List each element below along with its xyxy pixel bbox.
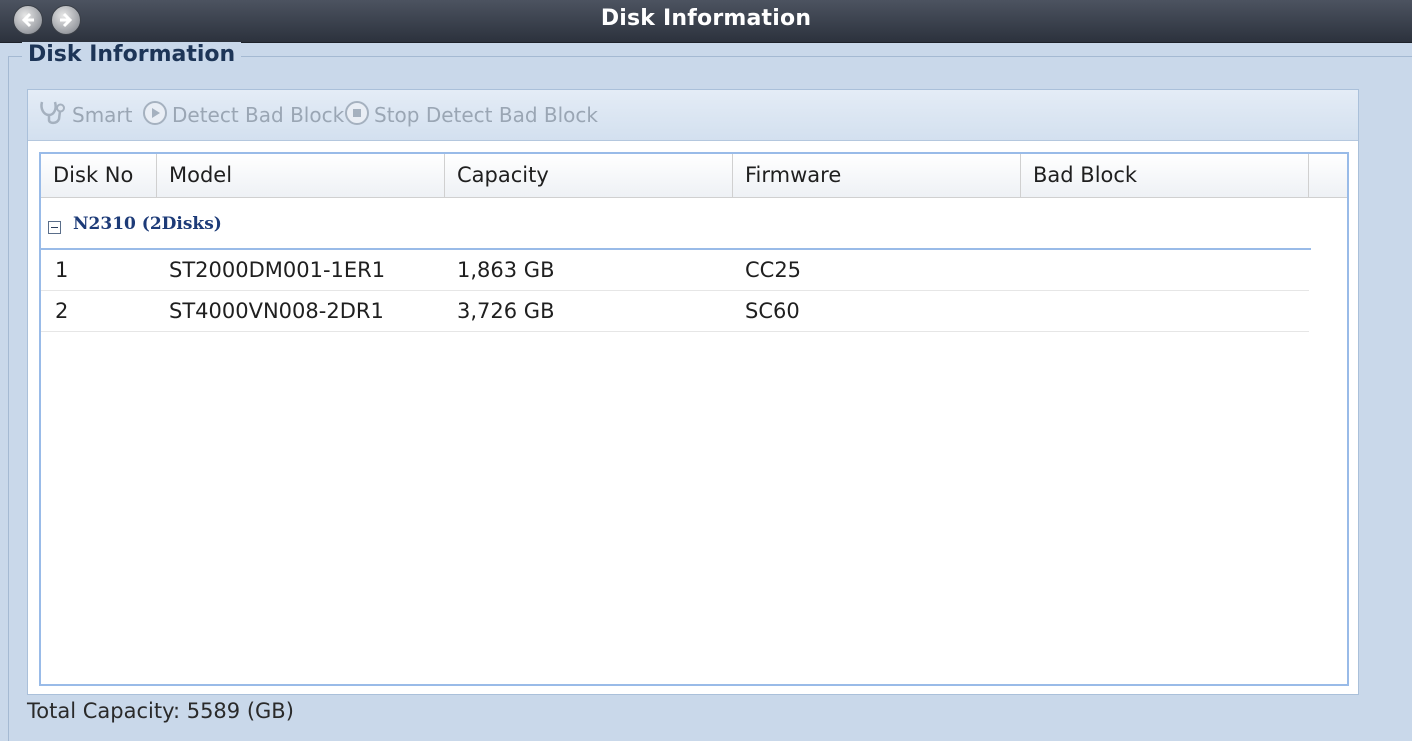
column-header-disk-no[interactable]: Disk No	[41, 154, 157, 197]
table-row[interactable]: 1 ST2000DM001-1ER1 1,863 GB CC25	[41, 250, 1309, 291]
group-row[interactable]: N2310 (2Disks)	[41, 212, 1311, 250]
cell-bad-block	[1019, 250, 1033, 290]
toolbar: Smart Detect Bad Block Stop Detect Bad B…	[28, 90, 1358, 141]
collapse-minus-icon[interactable]	[48, 221, 61, 234]
smart-button[interactable]: Smart	[38, 100, 133, 130]
cell-disk-no: 2	[55, 299, 69, 323]
detect-bad-block-label: Detect Bad Block	[172, 103, 345, 127]
column-header-firmware[interactable]: Firmware	[733, 154, 1021, 197]
play-circle-icon	[142, 100, 168, 131]
cell-model: ST2000DM001-1ER1	[169, 258, 386, 282]
detect-bad-block-button[interactable]: Detect Bad Block	[142, 100, 344, 130]
cell-disk-no: 1	[55, 258, 69, 282]
cell-capacity: 3,726 GB	[457, 299, 555, 323]
stop-detect-bad-block-button[interactable]: Stop Detect Bad Block	[344, 100, 598, 130]
cell-bad-block	[1019, 291, 1033, 331]
window-title: Disk Information	[600, 6, 812, 31]
column-header-model[interactable]: Model	[157, 154, 445, 197]
stop-detect-bad-block-label: Stop Detect Bad Block	[374, 103, 598, 127]
smart-label: Smart	[72, 103, 133, 127]
stethoscope-icon	[38, 99, 68, 132]
section-legend: Disk Information	[22, 42, 242, 67]
table-row[interactable]: 2 ST4000VN008-2DR1 3,726 GB SC60	[41, 291, 1309, 332]
cell-firmware: CC25	[745, 258, 802, 282]
stop-circle-icon	[344, 100, 370, 131]
group-label: N2310 (2Disks)	[73, 214, 222, 234]
cell-model: ST4000VN008-2DR1	[169, 299, 384, 323]
cell-capacity: 1,863 GB	[457, 258, 555, 282]
title-bar: Disk Information	[0, 0, 1412, 43]
total-capacity-label: Total Capacity: 5589 (GB)	[27, 699, 294, 723]
grid-header: Disk No Model Capacity Firmware Bad Bloc…	[41, 154, 1347, 198]
cell-firmware: SC60	[745, 299, 800, 323]
disk-grid: Disk No Model Capacity Firmware Bad Bloc…	[39, 152, 1349, 686]
column-header-bad-block[interactable]: Bad Block	[1021, 154, 1309, 197]
disk-panel: Smart Detect Bad Block Stop Detect Bad B…	[27, 89, 1359, 695]
column-header-capacity[interactable]: Capacity	[445, 154, 733, 197]
